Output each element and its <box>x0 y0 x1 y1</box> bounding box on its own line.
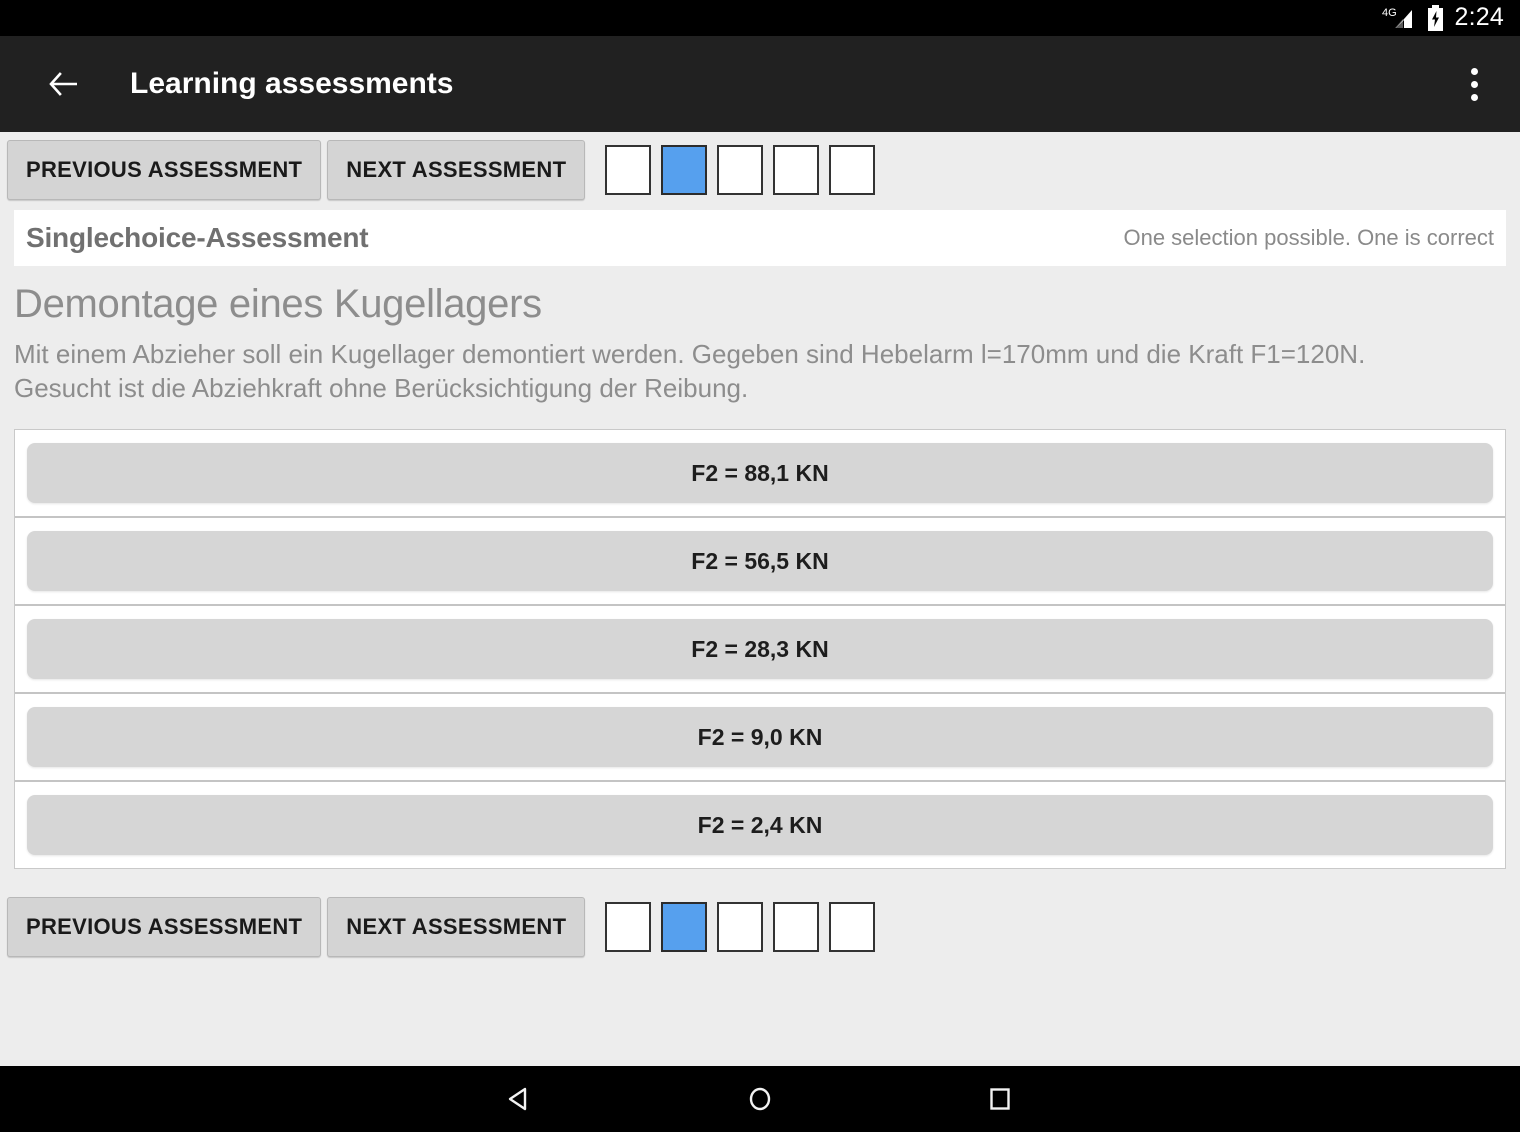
assessment-hint-text: One selection possible. One is correct <box>1123 225 1494 250</box>
pager-box-4[interactable] <box>773 145 820 195</box>
assessment-type-label: Singlechoice-Assessment <box>26 222 369 253</box>
assessment-nav-top: PREVIOUS ASSESSMENT NEXT ASSESSMENT <box>0 132 1520 208</box>
pager-boxes-bottom <box>605 902 876 953</box>
answer-option-button-1[interactable]: F2 = 88,1 KN <box>27 443 1493 504</box>
option-row[interactable]: F2 = 88,1 KN <box>15 430 1505 519</box>
status-time: 2:24 <box>1454 2 1504 31</box>
answer-option-button-4[interactable]: F2 = 9,0 KN <box>27 707 1493 768</box>
previous-assessment-button-top[interactable]: PREVIOUS ASSESSMENT <box>7 140 322 200</box>
system-home-button[interactable] <box>640 1066 880 1132</box>
pager-boxes-top <box>605 145 876 195</box>
system-back-icon <box>508 1087 527 1111</box>
option-row[interactable]: F2 = 9,0 KN <box>15 694 1505 783</box>
question-description: Mit einem Abzieher soll ein Kugellager d… <box>14 338 1366 404</box>
pager-box-5[interactable] <box>829 902 876 953</box>
app-bar: Learning assessments <box>0 36 1520 132</box>
back-button[interactable] <box>40 60 88 108</box>
system-navigation-bar <box>0 1066 1520 1132</box>
overflow-menu-button[interactable] <box>1450 54 1498 114</box>
answer-option-button-2[interactable]: F2 = 56,5 KN <box>27 531 1493 592</box>
page-title: Learning assessments <box>130 67 454 100</box>
assessment-header-card: Singlechoice-Assessment One selection po… <box>14 210 1506 266</box>
overflow-dot-2 <box>1470 80 1478 88</box>
option-row[interactable]: F2 = 2,4 KN <box>15 782 1505 869</box>
status-icons-group: 4G 2:24 <box>1382 2 1504 32</box>
next-assessment-button-top[interactable]: NEXT ASSESSMENT <box>327 140 586 200</box>
screen-root: 4G 2:24 Learning assessments PREVIOUS AS… <box>0 0 1520 1132</box>
answer-options-list: F2 = 88,1 KN F2 = 56,5 KN F2 = 28,3 KN F… <box>14 429 1506 870</box>
content-area: Singlechoice-Assessment One selection po… <box>0 210 1520 266</box>
pager-box-3[interactable] <box>717 145 764 195</box>
status-bar: 4G 2:24 <box>0 0 1520 36</box>
system-home-icon <box>749 1087 771 1111</box>
option-row[interactable]: F2 = 56,5 KN <box>15 518 1505 607</box>
pager-box-2[interactable] <box>661 902 708 953</box>
overflow-dot-3 <box>1470 93 1478 101</box>
pager-box-1[interactable] <box>605 902 652 953</box>
system-back-button[interactable] <box>400 1066 640 1132</box>
pager-box-5[interactable] <box>829 145 876 195</box>
assessment-nav-bottom: PREVIOUS ASSESSMENT NEXT ASSESSMENT <box>0 889 1520 966</box>
question-block: Demontage eines Kugellagers Mit einem Ab… <box>0 266 1520 405</box>
question-title: Demontage eines Kugellagers <box>14 282 542 326</box>
pager-box-3[interactable] <box>717 902 764 953</box>
pager-box-2[interactable] <box>661 145 708 195</box>
next-assessment-button-bottom[interactable]: NEXT ASSESSMENT <box>327 897 586 958</box>
signal-cellular-icon: 4G <box>1382 7 1412 28</box>
svg-text:4G: 4G <box>1382 7 1397 19</box>
option-row[interactable]: F2 = 28,3 KN <box>15 606 1505 695</box>
system-recents-button[interactable] <box>880 1066 1120 1132</box>
overflow-dot-1 <box>1470 67 1478 75</box>
answer-option-button-5[interactable]: F2 = 2,4 KN <box>27 795 1493 856</box>
back-arrow-icon <box>49 72 77 96</box>
previous-assessment-button-bottom[interactable]: PREVIOUS ASSESSMENT <box>7 897 322 958</box>
battery-charging-icon <box>1427 5 1443 31</box>
answer-option-button-3[interactable]: F2 = 28,3 KN <box>27 619 1493 680</box>
pager-box-4[interactable] <box>773 902 820 953</box>
system-recents-icon <box>990 1088 1010 1110</box>
pager-box-1[interactable] <box>605 145 652 195</box>
